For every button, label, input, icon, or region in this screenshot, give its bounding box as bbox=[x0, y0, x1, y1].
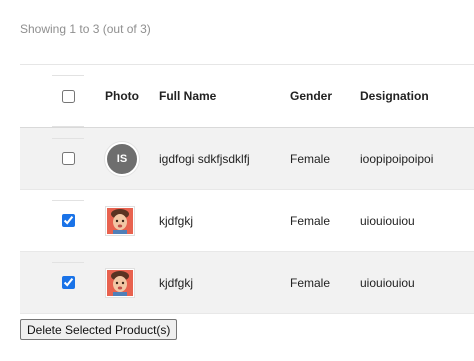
table-row: kjdfgkj Female uiouiouiou bbox=[20, 252, 474, 314]
cell-designation: uiouiouiou bbox=[360, 213, 415, 228]
cell-full-name: igdfogi sdkfjsdklfj bbox=[159, 151, 250, 166]
row-select-checkbox[interactable] bbox=[61, 214, 75, 227]
cell-gender: Female bbox=[290, 213, 331, 228]
header-full-name[interactable]: Full Name bbox=[159, 89, 216, 103]
cell-full-name: kjdfgkj bbox=[159, 213, 194, 228]
avatar bbox=[105, 267, 135, 298]
cell-full-name: kjdfgkj bbox=[159, 275, 194, 290]
child-photo-icon bbox=[107, 207, 133, 234]
header-check-divider-bottom bbox=[52, 126, 84, 127]
table-row: kjdfgkj Female uiouiouiou bbox=[20, 190, 474, 252]
delete-selected-button[interactable]: Delete Selected Product(s) bbox=[20, 319, 178, 340]
cell-gender: Female bbox=[290, 151, 331, 166]
header-photo: Photo bbox=[105, 89, 139, 103]
cell-designation: uiouiouiou bbox=[360, 275, 415, 290]
avatar: IS bbox=[105, 141, 139, 176]
table-header-row: Photo Full Name Gender Designation bbox=[20, 65, 474, 128]
row-select-checkbox[interactable] bbox=[61, 152, 75, 165]
table-row: IS igdfogi sdkfjsdklfj Female ioopipoipo… bbox=[20, 128, 474, 190]
select-all-checkbox[interactable] bbox=[61, 89, 75, 103]
employee-table: Photo Full Name Gender Designation IS ig… bbox=[20, 64, 474, 314]
child-photo-icon bbox=[107, 269, 133, 296]
row-select-checkbox[interactable] bbox=[61, 276, 75, 289]
header-gender[interactable]: Gender bbox=[290, 89, 332, 103]
results-summary: Showing 1 to 3 (out of 3) bbox=[20, 22, 151, 36]
header-designation[interactable]: Designation bbox=[360, 89, 429, 103]
avatar bbox=[105, 205, 135, 236]
cell-gender: Female bbox=[290, 275, 331, 290]
cell-designation: ioopipoipoipoi bbox=[360, 151, 434, 166]
